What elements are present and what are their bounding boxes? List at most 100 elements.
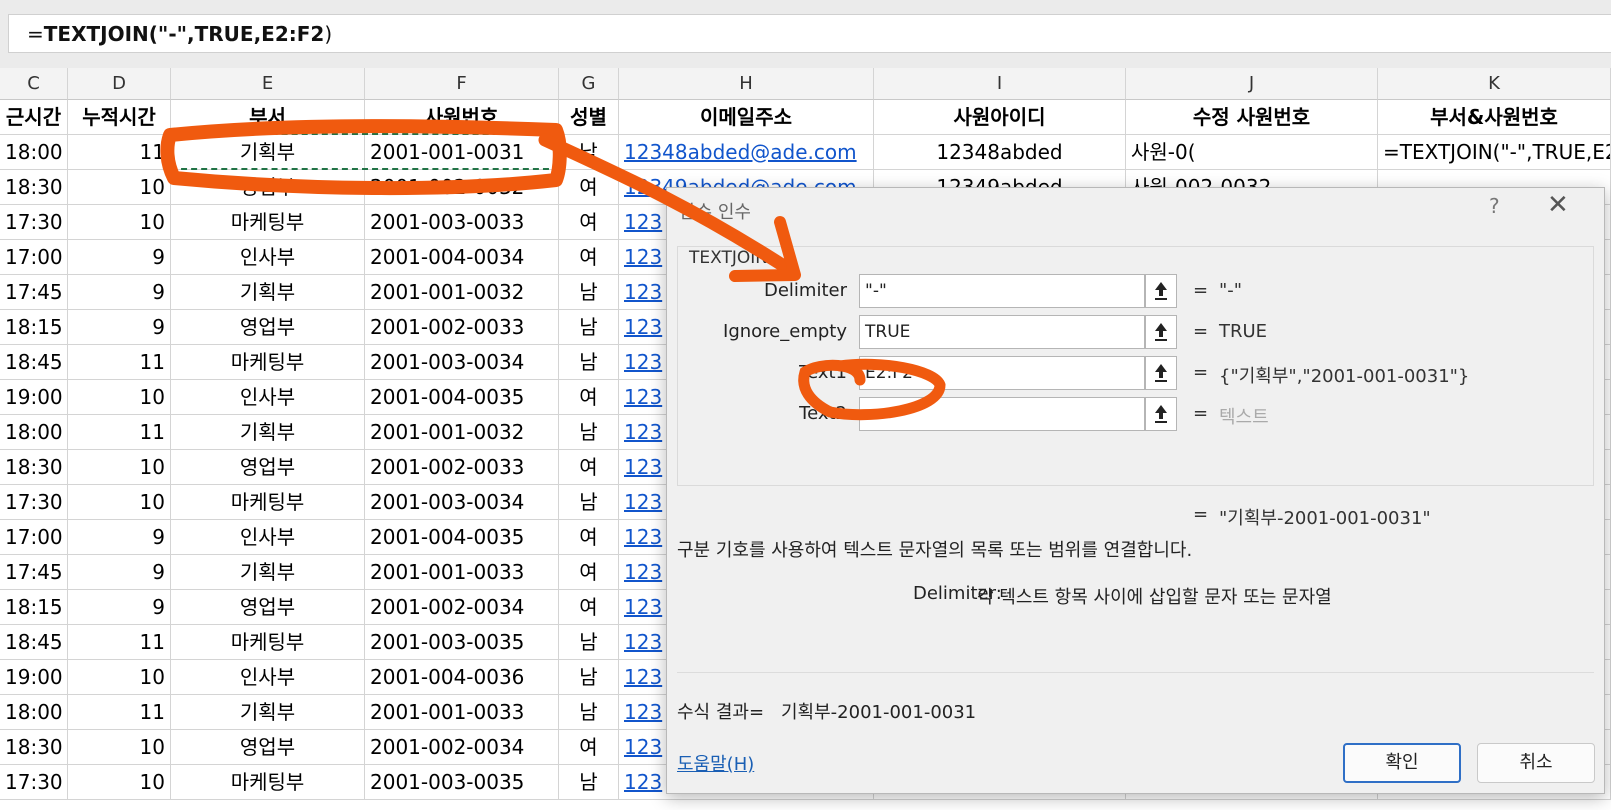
table-cell-dept[interactable]: 기획부 bbox=[171, 275, 365, 310]
table-cell-dept[interactable]: 마케팅부 bbox=[171, 205, 365, 240]
delimiter-collapse-button[interactable] bbox=[1145, 274, 1177, 308]
header-cell[interactable]: 근시간 bbox=[0, 100, 68, 135]
table-cell-concat[interactable]: =TEXTJOIN("-",TRUE,E2:F2) bbox=[1378, 135, 1611, 170]
column-header-c[interactable]: C bbox=[0, 68, 68, 100]
table-cell-dept[interactable]: 마케팅부 bbox=[171, 625, 365, 660]
table-cell-time[interactable]: 17:45 bbox=[0, 275, 68, 310]
table-cell-time[interactable]: 17:45 bbox=[0, 555, 68, 590]
column-header-h[interactable]: H bbox=[619, 68, 874, 100]
text1-input[interactable]: E2:F2 bbox=[859, 356, 1145, 390]
table-cell-time[interactable]: 19:00 bbox=[0, 380, 68, 415]
table-cell-id[interactable]: 2001-001-0032 bbox=[365, 415, 559, 450]
table-cell-time[interactable]: 17:00 bbox=[0, 240, 68, 275]
header-cell[interactable]: 누적시간 bbox=[68, 100, 171, 135]
table-cell-id[interactable]: 2001-004-0035 bbox=[365, 380, 559, 415]
table-cell-id[interactable]: 2001-002-0034 bbox=[365, 590, 559, 625]
ok-button[interactable]: 확인 bbox=[1343, 743, 1461, 783]
table-cell-dept[interactable]: 기획부 bbox=[171, 415, 365, 450]
header-cell[interactable]: 부서&사원번호 bbox=[1378, 100, 1611, 135]
table-cell-dept[interactable]: 기획부 bbox=[171, 135, 365, 170]
table-cell-dept[interactable]: 인사부 bbox=[171, 660, 365, 695]
table-cell-hours[interactable]: 11 bbox=[68, 415, 171, 450]
header-cell[interactable]: 부서 bbox=[171, 100, 365, 135]
table-cell-hours[interactable]: 9 bbox=[68, 555, 171, 590]
table-cell-gender[interactable]: 남 bbox=[559, 345, 619, 380]
table-cell-id[interactable]: 2001-001-0031 bbox=[365, 135, 559, 170]
table-cell-gender[interactable]: 여 bbox=[559, 240, 619, 275]
table-cell-hours[interactable]: 9 bbox=[68, 240, 171, 275]
text2-collapse-button[interactable] bbox=[1145, 397, 1177, 431]
close-icon[interactable]: ✕ bbox=[1547, 190, 1569, 220]
table-cell-id[interactable]: 2001-001-0032 bbox=[365, 275, 559, 310]
table-cell-gender[interactable]: 남 bbox=[559, 135, 619, 170]
table-cell-hours[interactable]: 9 bbox=[68, 275, 171, 310]
header-cell[interactable]: 성별 bbox=[559, 100, 619, 135]
table-cell-dept[interactable]: 마케팅부 bbox=[171, 485, 365, 520]
table-cell-time[interactable]: 17:30 bbox=[0, 485, 68, 520]
table-cell-gender[interactable]: 여 bbox=[559, 170, 619, 205]
table-cell-time[interactable]: 18:45 bbox=[0, 625, 68, 660]
ignore-empty-collapse-button[interactable] bbox=[1145, 315, 1177, 349]
table-cell-id[interactable]: 2001-002-0032 bbox=[365, 170, 559, 205]
table-cell-gender[interactable]: 남 bbox=[559, 765, 619, 800]
table-cell-time[interactable]: 18:30 bbox=[0, 170, 68, 205]
table-cell-gender[interactable]: 남 bbox=[559, 660, 619, 695]
table-cell-id[interactable]: 2001-001-0033 bbox=[365, 555, 559, 590]
column-header-g[interactable]: G bbox=[559, 68, 619, 100]
help-icon[interactable]: ? bbox=[1489, 194, 1500, 218]
table-cell-time[interactable]: 17:00 bbox=[0, 520, 68, 555]
header-cell[interactable]: 사원번호 bbox=[365, 100, 559, 135]
table-cell-gender[interactable]: 남 bbox=[559, 625, 619, 660]
header-cell[interactable]: 사원아이디 bbox=[874, 100, 1126, 135]
table-cell-gender[interactable]: 남 bbox=[559, 485, 619, 520]
help-link[interactable]: 도움말(H) bbox=[677, 750, 754, 776]
table-cell-gender[interactable]: 남 bbox=[559, 310, 619, 345]
table-cell-dept[interactable]: 영업부 bbox=[171, 450, 365, 485]
table-cell-hours[interactable]: 9 bbox=[68, 520, 171, 555]
table-cell-time[interactable]: 18:00 bbox=[0, 415, 68, 450]
cancel-button[interactable]: 취소 bbox=[1477, 743, 1595, 783]
formula-input[interactable]: =TEXTJOIN("-",TRUE,E2:F2) bbox=[8, 14, 1611, 53]
table-cell-dept[interactable]: 인사부 bbox=[171, 380, 365, 415]
table-cell-id[interactable]: 2001-004-0036 bbox=[365, 660, 559, 695]
table-cell-time[interactable]: 18:15 bbox=[0, 590, 68, 625]
header-cell[interactable]: 수정 사원번호 bbox=[1126, 100, 1378, 135]
table-cell-gender[interactable]: 남 bbox=[559, 275, 619, 310]
column-header-f[interactable]: F bbox=[365, 68, 559, 100]
text1-collapse-button[interactable] bbox=[1145, 356, 1177, 390]
table-cell-gender[interactable]: 남 bbox=[559, 695, 619, 730]
table-cell-id[interactable]: 2001-003-0034 bbox=[365, 485, 559, 520]
table-cell-gender[interactable]: 남 bbox=[559, 415, 619, 450]
table-cell-hours[interactable]: 10 bbox=[68, 380, 171, 415]
column-header-k[interactable]: K bbox=[1378, 68, 1611, 100]
table-cell-hours[interactable]: 10 bbox=[68, 450, 171, 485]
table-cell-dept[interactable]: 마케팅부 bbox=[171, 765, 365, 800]
table-cell-dept[interactable]: 기획부 bbox=[171, 695, 365, 730]
table-cell-hours[interactable]: 11 bbox=[68, 695, 171, 730]
table-cell-dept[interactable]: 인사부 bbox=[171, 240, 365, 275]
table-cell-id[interactable]: 2001-001-0033 bbox=[365, 695, 559, 730]
table-cell-id[interactable]: 2001-002-0033 bbox=[365, 310, 559, 345]
header-cell[interactable]: 이메일주소 bbox=[619, 100, 874, 135]
table-cell-hours[interactable]: 9 bbox=[68, 310, 171, 345]
table-cell-dept[interactable]: 기획부 bbox=[171, 555, 365, 590]
table-cell-gender[interactable]: 여 bbox=[559, 380, 619, 415]
table-cell-time[interactable]: 18:00 bbox=[0, 695, 68, 730]
table-cell-dept[interactable]: 영업부 bbox=[171, 170, 365, 205]
table-cell-dept[interactable]: 영업부 bbox=[171, 310, 365, 345]
table-cell-time[interactable]: 18:15 bbox=[0, 310, 68, 345]
table-cell-dept[interactable]: 마케팅부 bbox=[171, 345, 365, 380]
table-cell-hours[interactable]: 10 bbox=[68, 730, 171, 765]
column-header-j[interactable]: J bbox=[1126, 68, 1378, 100]
table-cell-hours[interactable]: 10 bbox=[68, 765, 171, 800]
column-header-d[interactable]: D bbox=[68, 68, 171, 100]
table-cell-userid[interactable]: 12348abded bbox=[874, 135, 1126, 170]
table-cell-gender[interactable]: 여 bbox=[559, 520, 619, 555]
table-cell-hours[interactable]: 10 bbox=[68, 170, 171, 205]
table-cell-gender[interactable]: 여 bbox=[559, 450, 619, 485]
table-cell-gender[interactable]: 여 bbox=[559, 590, 619, 625]
table-cell-dept[interactable]: 영업부 bbox=[171, 730, 365, 765]
table-cell-newid[interactable]: 사원-0( bbox=[1126, 135, 1378, 170]
table-cell-gender[interactable]: 여 bbox=[559, 205, 619, 240]
table-cell-gender[interactable]: 여 bbox=[559, 555, 619, 590]
